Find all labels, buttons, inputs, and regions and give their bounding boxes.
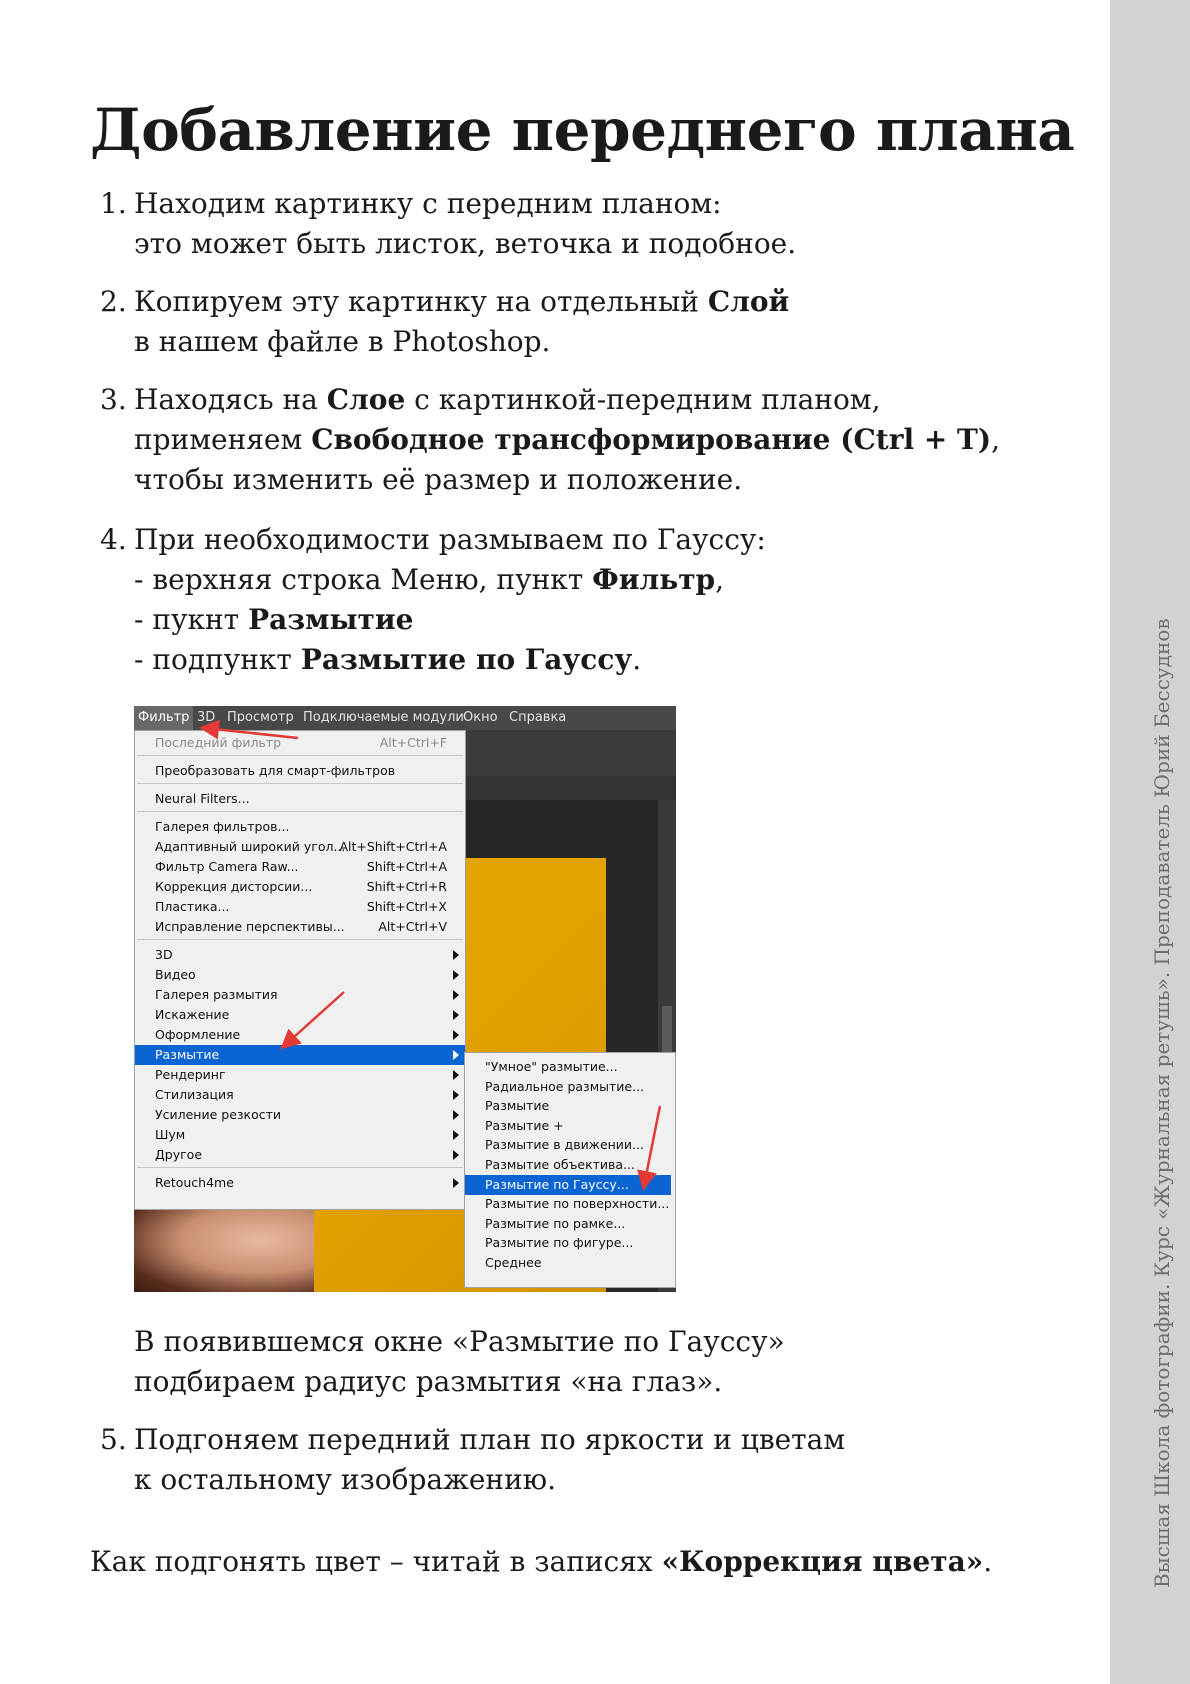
arrow-to-gaussian-blur [637, 1105, 662, 1191]
step-text: чтобы изменить её размер и положение. [134, 463, 743, 496]
step-text: При необходимости размываем по Гауссу: [134, 523, 766, 556]
step-text: это может быть листок, веточка и подобно… [134, 227, 797, 260]
step-text: Находим картинку с передним планом: [134, 187, 722, 220]
step-text: - верхняя строка Меню, пункт Фильтр, [134, 563, 725, 596]
instruction-text: В появившемся окне «Размытие по Гауссу» [134, 1325, 785, 1358]
step-text: Находясь на Слое с картинкой-передним пл… [134, 383, 881, 416]
footer-note: Как подгонять цвет – читай в записях «Ко… [90, 1545, 993, 1578]
step-text: - пукнт Размытие [134, 603, 414, 636]
instruction-text: подбираем радиус размытия «на глаз». [134, 1365, 723, 1398]
step-text: к остальному изображению. [134, 1463, 557, 1496]
photoshop-screenshot: Фильтр 3D Просмотр Подключаемые модули О… [134, 706, 676, 1292]
course-credit: Высшая Школа фотографии. Курс «Журнальна… [1150, 618, 1174, 1588]
step-number: 3. [100, 383, 127, 416]
arrow-to-blur-item [280, 991, 345, 1050]
step-text: применяем Свободное трансформирование (C… [134, 423, 1001, 456]
step-number: 2. [100, 285, 127, 318]
step-number: 5. [100, 1423, 127, 1456]
step-number: 1. [100, 187, 127, 220]
page-title: Добавление переднего плана [90, 96, 1075, 164]
red-annotation-arrows [199, 719, 662, 1191]
step-text: Подгоняем передний план по яркости и цве… [134, 1423, 846, 1456]
step-text: Копируем эту картинку на отдельный Слой [134, 285, 790, 318]
step-text: - подпункт Размытие по Гауссу. [134, 643, 642, 676]
arrow-to-filter-menu [199, 719, 299, 740]
step-number: 4. [100, 523, 127, 556]
step-text: в нашем файле в Photoshop. [134, 325, 551, 358]
